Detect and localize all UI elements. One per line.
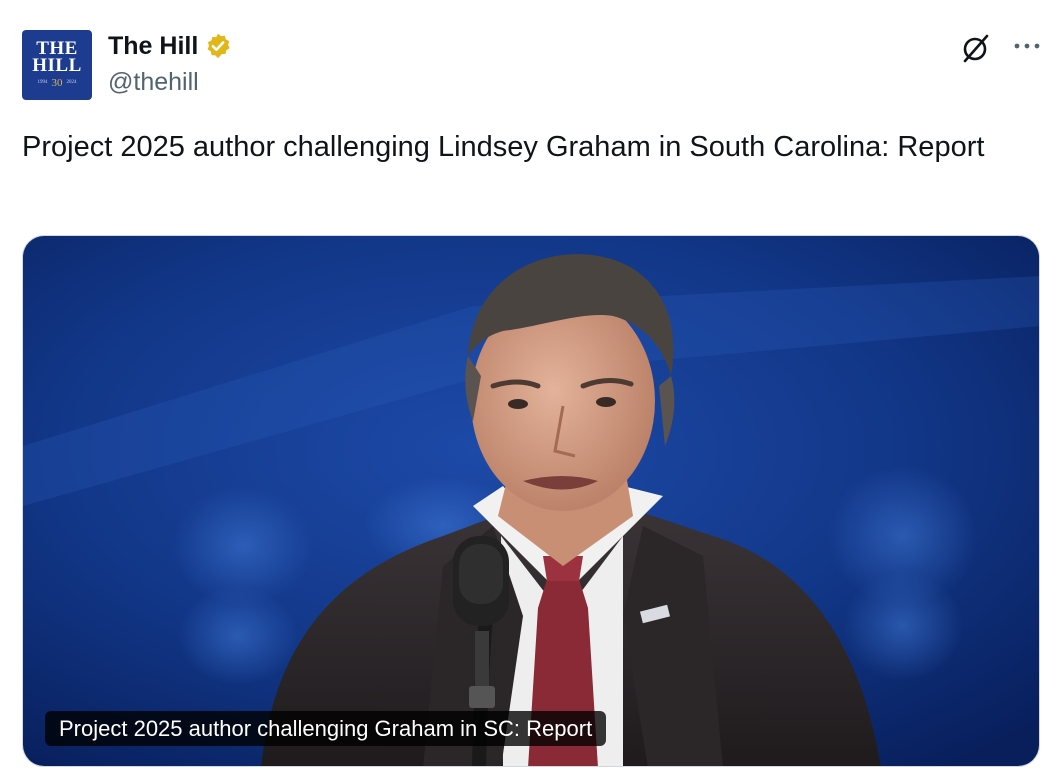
media-caption: Project 2025 author challenging Graham i… <box>45 711 607 746</box>
author-name[interactable]: The Hill <box>108 30 198 62</box>
avatar-logo-line2: HILL <box>32 55 82 76</box>
avatar-anniversary: 1994 30 2024 <box>37 77 77 89</box>
author-avatar[interactable]: THE HILL 1994 30 2024 <box>22 30 92 100</box>
verified-badge-icon <box>204 32 232 60</box>
tweet-media-image[interactable] <box>22 235 1040 767</box>
more-icon[interactable] <box>1012 34 1042 58</box>
grok-icon[interactable] <box>960 32 992 64</box>
tweet-text: Project 2025 author challenging Lindsey … <box>22 131 985 163</box>
author-handle[interactable]: @thehill <box>108 66 199 98</box>
author-name-row[interactable]: The Hill <box>108 30 232 62</box>
